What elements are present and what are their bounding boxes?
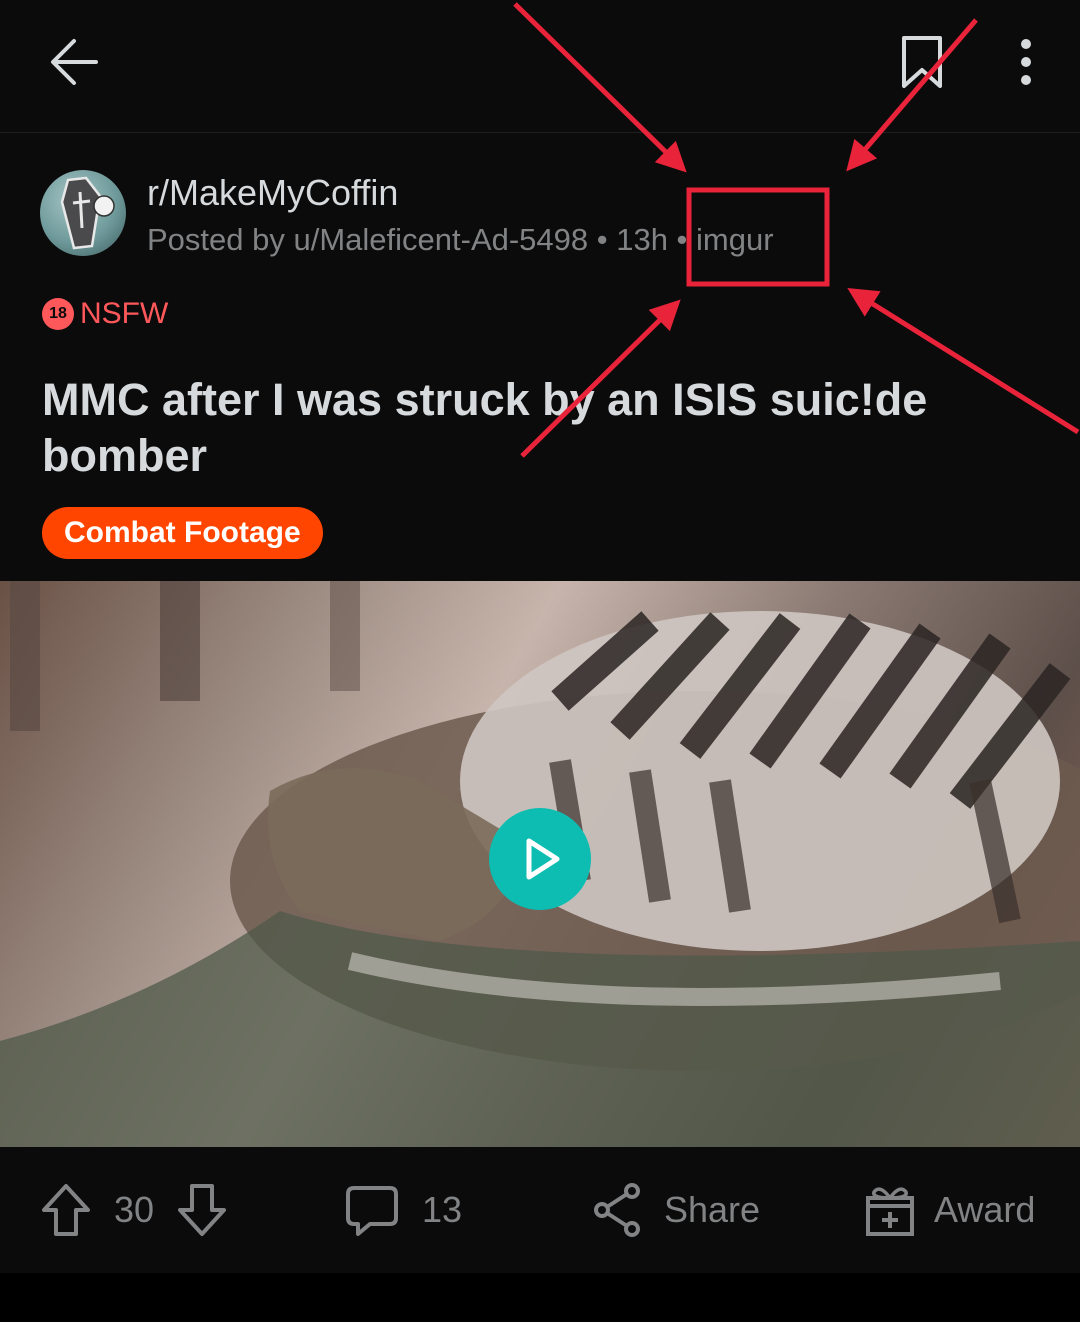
more-vertical-icon	[1021, 39, 1031, 85]
post-flair[interactable]: Combat Footage	[42, 507, 323, 559]
play-icon	[526, 838, 560, 880]
award-label: Award	[934, 1189, 1036, 1230]
post-meta: Posted by u/Maleficent-Ad-5498 • 13h • i…	[147, 222, 774, 257]
nsfw-label: NSFW	[80, 297, 169, 330]
save-button[interactable]	[886, 22, 958, 102]
post-title[interactable]: MMC after I was struck by an ISIS suic!d…	[42, 372, 1032, 484]
subreddit-avatar[interactable]	[40, 170, 126, 256]
back-arrow-icon	[51, 39, 98, 85]
post-header: r/MakeMyCoffin Posted by u/Maleficent-Ad…	[40, 170, 1040, 260]
share-icon	[594, 1183, 640, 1237]
bookmark-icon	[902, 36, 942, 88]
award-button[interactable]: Award	[864, 1147, 1035, 1273]
bottom-strip	[0, 1273, 1080, 1322]
vote-group: 30	[40, 1147, 228, 1273]
share-button[interactable]: Share	[592, 1147, 760, 1273]
top-app-bar	[0, 0, 1080, 133]
post-action-bar: 30 13 Share Award	[0, 1147, 1080, 1273]
play-button[interactable]	[489, 808, 591, 910]
vote-count: 30	[114, 1189, 155, 1230]
comments-button[interactable]: 13	[344, 1147, 462, 1273]
more-options-button[interactable]	[990, 22, 1062, 102]
back-button[interactable]	[34, 22, 114, 102]
subreddit-name[interactable]: r/MakeMyCoffin	[147, 172, 398, 214]
share-label: Share	[664, 1189, 761, 1230]
comment-count: 13	[422, 1189, 463, 1230]
nsfw-18-icon: 18	[42, 298, 74, 330]
coffin-icon	[60, 176, 115, 250]
downvote-arrow-icon[interactable]	[176, 1182, 228, 1238]
comment-bubble-icon	[346, 1186, 398, 1236]
nsfw-tag: 18 NSFW	[42, 294, 168, 334]
gift-icon	[866, 1187, 914, 1236]
upvote-arrow-icon[interactable]	[40, 1182, 92, 1238]
